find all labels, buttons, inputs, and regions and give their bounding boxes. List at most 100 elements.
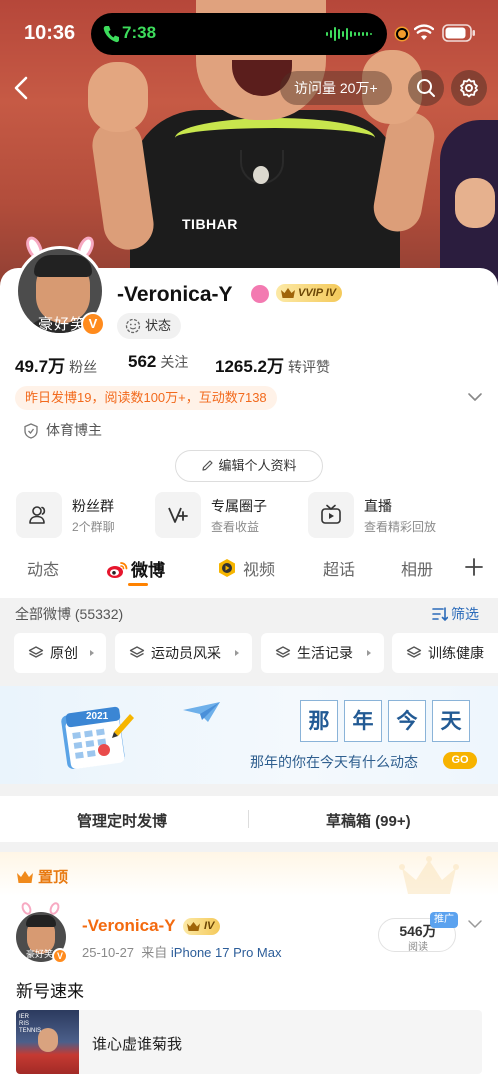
chevron-down-icon[interactable]	[466, 390, 484, 404]
post-device[interactable]: iPhone 17 Pro Max	[171, 945, 282, 960]
divider	[248, 810, 249, 828]
filter-button[interactable]: 筛选	[432, 604, 479, 624]
verified-badge: V	[52, 948, 68, 964]
status-label: 状态	[145, 318, 172, 333]
link-thumbnail: IER RIS TENNIS	[16, 1010, 79, 1074]
banner-go-button[interactable]: GO	[443, 752, 477, 769]
calendar-year: 2021	[86, 711, 109, 722]
back-icon[interactable]	[10, 74, 34, 102]
paper-plane-icon	[183, 702, 220, 722]
tab-album[interactable]: 相册	[401, 556, 433, 580]
activity-summary[interactable]: 昨日发博19，阅读数100万+，互动数7138	[15, 386, 277, 410]
stat-followers[interactable]: 49.7万 粉丝	[15, 352, 97, 377]
clock: 10:36	[24, 22, 76, 44]
call-timer: 7:38	[122, 23, 157, 42]
cover-fist-left	[88, 62, 148, 132]
gear-icon	[460, 78, 478, 98]
banner-char: 那	[300, 700, 338, 742]
smile-dashed-icon	[125, 318, 141, 334]
avatar-caption: 豪好笑	[26, 949, 54, 959]
settings-button[interactable]	[451, 70, 487, 106]
search-icon	[417, 79, 435, 97]
pinned-label: 置顶	[16, 866, 68, 887]
battery-icon	[442, 24, 475, 42]
banner-char: 年	[344, 700, 382, 742]
phone-icon	[103, 26, 119, 43]
sort-filter-icon	[432, 607, 449, 622]
crown-decoration-icon	[399, 856, 459, 894]
tab-dynamic[interactable]: 动态	[27, 556, 59, 580]
feature-subtitle: 查看精彩回放	[364, 520, 437, 534]
profile-tag[interactable]: 体育博主	[24, 420, 102, 440]
chevron-down-icon[interactable]	[467, 918, 483, 930]
promote-tag[interactable]: 推广	[430, 912, 458, 928]
banner-subtitle: 那年的你在今天有什么动态	[250, 755, 418, 771]
crown-icon	[281, 288, 295, 298]
feature-title: 粉丝群	[72, 498, 114, 514]
plus-icon[interactable]	[464, 557, 484, 577]
all-weibo-count: 全部微博 (55332)	[15, 606, 124, 622]
visit-count-pill[interactable]: 访问量 20万+	[280, 71, 392, 105]
link-title: 谁心虚谁菊我	[92, 1036, 183, 1053]
stat-following[interactable]: 562 关注	[128, 352, 188, 372]
crown-icon	[187, 922, 200, 931]
feature-live[interactable]: 直播 查看精彩回放	[308, 490, 468, 540]
filter-chip-original[interactable]: 原创	[14, 633, 106, 673]
cover-pendant	[253, 166, 269, 184]
layers-icon	[129, 646, 145, 658]
group-icon	[29, 506, 46, 524]
feature-title: 直播	[364, 498, 392, 514]
cover-arm-right	[369, 108, 439, 236]
crown-icon	[17, 871, 33, 883]
v-plus-icon	[168, 507, 188, 523]
profile-tabs: 动态 微博 视频 超话 相册	[0, 548, 498, 592]
feature-exclusive-circle[interactable]: 专属圈子 查看收益	[155, 490, 295, 540]
layers-icon	[406, 646, 422, 658]
tab-video[interactable]: 视频	[217, 556, 275, 580]
post-author-name[interactable]: -Veronica-Y	[82, 916, 176, 936]
feature-subtitle: 查看收益	[211, 520, 260, 534]
manage-bar	[0, 796, 498, 842]
status-button[interactable]: 状态	[117, 313, 182, 339]
feature-subtitle: 2个群聊	[72, 520, 115, 534]
filter-chip-life[interactable]: 生活记录	[261, 633, 384, 673]
profile-tag-label: 体育博主	[46, 422, 102, 438]
filter-chip-training[interactable]: 训练健康	[392, 633, 498, 673]
shield-icon	[24, 423, 38, 439]
read-label: 阅读	[408, 942, 428, 953]
banner-char: 天	[432, 700, 470, 742]
edit-profile-label: 编辑个人资料	[218, 458, 297, 473]
weibo-logo-icon	[107, 562, 128, 578]
feature-title: 专属圈子	[211, 498, 267, 514]
scheduled-posts-button[interactable]: 管理定时发博	[77, 810, 167, 831]
post-text: 新号速来	[16, 982, 84, 1001]
caret-right-icon	[367, 650, 371, 656]
pink-badge-icon[interactable]	[251, 285, 269, 303]
video-badge-icon	[219, 559, 235, 577]
vip-badge[interactable]: VVIP IV	[276, 284, 343, 302]
tab-super-topic[interactable]: 超话	[323, 556, 355, 580]
profile-avatar[interactable]: 豪好笑 V	[15, 234, 105, 336]
post-meta: 25-10-27 来自 iPhone 17 Pro Max	[82, 942, 282, 961]
level-badge[interactable]: IV	[183, 918, 221, 935]
tab-weibo[interactable]: 微博	[106, 556, 165, 581]
drafts-button[interactable]: 草稿箱 (99+)	[326, 810, 411, 831]
pencil-icon	[202, 460, 214, 471]
audio-wave-icon	[326, 27, 372, 41]
search-button[interactable]	[408, 70, 444, 106]
avatar-caption: 豪好笑	[38, 316, 87, 333]
post-source-prefix: 来自	[141, 945, 168, 960]
profile-name: -Veronica-Y	[117, 283, 233, 306]
banner-char: 今	[388, 700, 426, 742]
filter-chip-athlete[interactable]: 运动员风采	[115, 633, 252, 673]
cover-shirt-brand: TIBHAR	[182, 216, 238, 232]
edit-profile-button[interactable]: 编辑个人资料	[175, 450, 323, 482]
post-date: 25-10-27	[82, 945, 135, 960]
layers-icon	[275, 646, 291, 658]
layers-icon	[28, 646, 44, 658]
stat-interactions[interactable]: 1265.2万 转评赞	[215, 352, 330, 377]
wifi-icon	[414, 24, 434, 40]
link-card[interactable]: IER RIS TENNIS 谁心虚谁菊我	[16, 1010, 482, 1074]
feature-fan-group[interactable]: 粉丝群 2个群聊	[16, 490, 146, 540]
verified-badge: V	[81, 312, 105, 336]
